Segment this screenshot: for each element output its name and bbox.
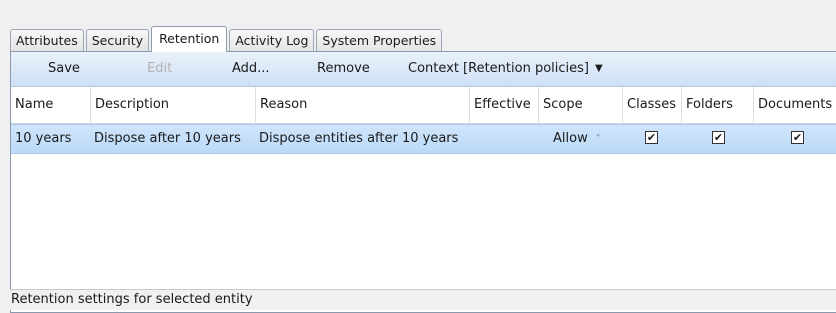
column-header-name[interactable]: Name <box>11 87 53 123</box>
scope-value: Allow <box>553 131 588 146</box>
scope-select[interactable]: Allow ˅ <box>549 125 601 153</box>
cell-name: 10 years <box>15 131 72 146</box>
status-bar: Retention settings for selected entity <box>10 289 836 310</box>
table-row[interactable]: 10 years Dispose after 10 years Dispose … <box>11 124 836 154</box>
tab-bar: Attributes Security Retention Activity L… <box>10 26 444 52</box>
toolbar: Save Edit Add... Remove Context [Retenti… <box>11 52 836 87</box>
add-button[interactable]: Add... <box>232 52 270 86</box>
cell-description: Dispose after 10 years <box>94 131 241 146</box>
column-header-scope[interactable]: Scope <box>538 87 583 123</box>
folders-checkbox[interactable]: ✔ <box>712 131 725 144</box>
context-label: Context [Retention policies] <box>408 61 589 76</box>
save-button[interactable]: Save <box>48 52 80 86</box>
cell-effective <box>469 125 473 153</box>
table-header: Name Description Reason Effective Scope … <box>11 87 836 124</box>
classes-checkbox[interactable]: ✔ <box>645 131 658 144</box>
chevron-down-icon: ▼ <box>594 63 603 74</box>
column-header-classes[interactable]: Classes <box>622 87 676 123</box>
tab-activity-log[interactable]: Activity Log <box>229 29 315 52</box>
column-header-description[interactable]: Description <box>90 87 169 123</box>
cell-reason: Dispose entities after 10 years <box>259 131 459 146</box>
column-header-reason[interactable]: Reason <box>255 87 307 123</box>
retention-panel: Save Edit Add... Remove Context [Retenti… <box>10 51 836 313</box>
column-header-documents[interactable]: Documents <box>753 87 832 123</box>
tab-attributes[interactable]: Attributes <box>10 29 84 52</box>
tab-security[interactable]: Security <box>85 29 150 52</box>
column-header-effective[interactable]: Effective <box>469 87 531 123</box>
remove-button[interactable]: Remove <box>317 52 370 86</box>
tab-retention[interactable]: Retention <box>151 26 228 52</box>
documents-checkbox[interactable]: ✔ <box>791 131 804 144</box>
context-dropdown[interactable]: Context [Retention policies] ▼ <box>408 52 603 86</box>
column-header-folders[interactable]: Folders <box>681 87 733 123</box>
tab-system-properties[interactable]: System Properties <box>316 29 443 52</box>
edit-button: Edit <box>147 61 173 76</box>
dropdown-arrow-icon: ˅ <box>595 134 601 145</box>
